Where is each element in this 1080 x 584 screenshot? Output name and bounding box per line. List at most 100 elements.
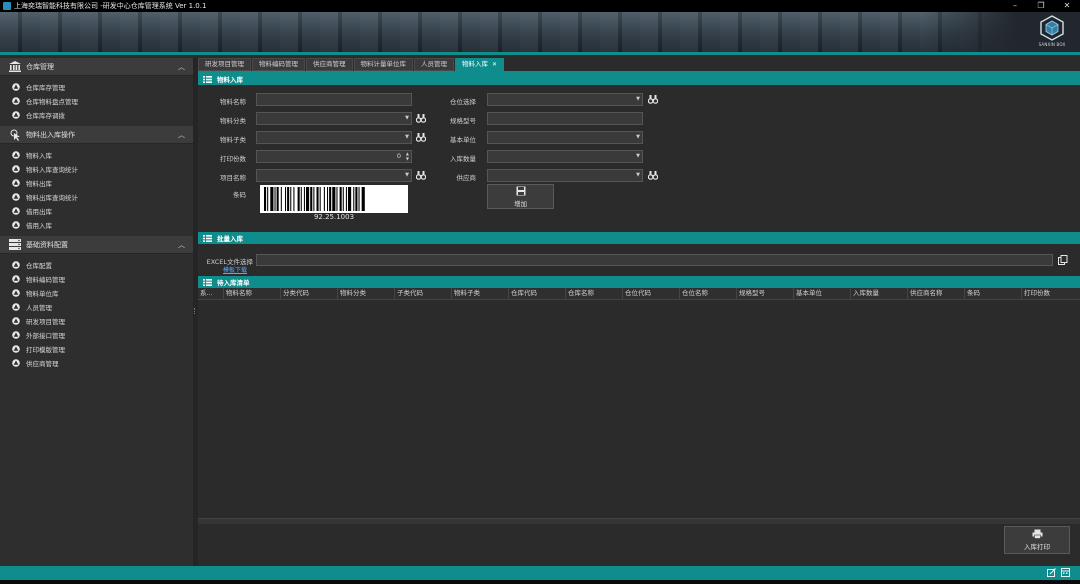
excel-file-input[interactable] xyxy=(256,254,1053,266)
triangle-nav-icon xyxy=(12,179,20,187)
column-header[interactable]: 仓库代码 xyxy=(509,288,566,300)
close-button[interactable]: ✕ xyxy=(1054,0,1080,12)
triangle-nav-icon xyxy=(12,97,20,105)
sidebar-item-material-in[interactable]: 物料入库 xyxy=(0,148,193,162)
column-header[interactable]: 条码 xyxy=(965,288,1022,300)
sidebar-item-personnel[interactable]: 人员管理 xyxy=(0,300,193,314)
sidebar-item-print-template[interactable]: 打印模版管理 xyxy=(0,342,193,356)
sidebar-item-suppliers[interactable]: 供应商管理 xyxy=(0,356,193,370)
column-header[interactable]: 子类代码 xyxy=(395,288,452,300)
chevron-up-icon[interactable]: ︿ xyxy=(178,240,185,250)
sidebar-item-stocktake[interactable]: 仓库物料盘点管理 xyxy=(0,94,193,108)
tab-rd-projects[interactable]: 研发项目管理 xyxy=(198,58,251,71)
window-title: 上海奕瑞智能科技有限公司 -研发中心仓库管理系统 Ver 1.0.1 xyxy=(14,2,207,10)
column-header[interactable]: 物料分类 xyxy=(338,288,395,300)
label-base-unit: 基本单位 xyxy=(450,136,476,144)
sidebar-group-config[interactable]: 基础资料配置 ︿ xyxy=(0,236,193,254)
sidebar-group-inout[interactable]: 物料出入库操作 ︿ xyxy=(0,126,193,144)
supplier-select[interactable]: ▼ xyxy=(487,169,643,182)
sidebar-item-out-stats[interactable]: 物料出库查询统计 xyxy=(0,190,193,204)
in-quantity-select[interactable]: ▼ xyxy=(487,150,643,163)
dropdown-arrow-icon: ▼ xyxy=(636,96,640,102)
tab-suppliers[interactable]: 供应商管理 xyxy=(306,58,353,71)
sidebar-item-unit-library[interactable]: 物料单位库 xyxy=(0,286,193,300)
binoculars-icon[interactable] xyxy=(648,94,658,104)
cube-logo-icon xyxy=(1040,15,1064,41)
sidebar-item-in-stats[interactable]: 物料入库查询统计 xyxy=(0,162,193,176)
add-button[interactable]: 增加 xyxy=(487,184,554,209)
binoculars-icon[interactable] xyxy=(416,132,426,142)
tab-unit-library[interactable]: 物料计量单位库 xyxy=(353,58,413,71)
chevron-up-icon[interactable]: ︿ xyxy=(178,62,185,72)
column-header[interactable]: 仓位名称 xyxy=(680,288,737,300)
close-tab-icon[interactable]: ✕ xyxy=(492,61,497,68)
spin-arrows-icon[interactable]: ▲ ▼ xyxy=(406,151,409,161)
file-browse-icon[interactable] xyxy=(1058,255,1068,265)
binoculars-icon[interactable] xyxy=(648,170,658,180)
triangle-nav-icon xyxy=(12,275,20,283)
base-unit-select[interactable]: ▼ xyxy=(487,131,643,144)
column-header[interactable]: 入库数量 xyxy=(851,288,908,300)
sidebar-group-label: 仓库管理 xyxy=(26,62,54,71)
triangle-nav-icon xyxy=(12,193,20,201)
column-header[interactable]: 规格型号 xyxy=(737,288,794,300)
column-header[interactable]: 基本单位 xyxy=(794,288,851,300)
restore-button[interactable]: ❐ xyxy=(1028,0,1054,12)
sidebar-item-warehouse-config[interactable]: 仓库配置 xyxy=(0,258,193,272)
column-header[interactable]: 物料子类 xyxy=(452,288,509,300)
batch-in-panel: EXCEL文件选择 模板下载 xyxy=(198,244,1080,276)
sidebar-group-warehouse[interactable]: 仓库管理 ︿ xyxy=(0,58,193,76)
grid-header-row: 系... 物料名称 分类代码 物料分类 子类代码 物料子类 仓库代码 仓库名称 … xyxy=(198,288,1080,300)
sidebar-item-borrow-out[interactable]: 借用出库 xyxy=(0,204,193,218)
label-project-name: 项目名称 xyxy=(220,174,246,182)
tab-material-in[interactable]: 物料入库 ✕ xyxy=(455,58,505,71)
sidebar-item-external-api[interactable]: 外部接口管理 xyxy=(0,328,193,342)
edit-icon[interactable] xyxy=(1047,568,1056,577)
in-print-button[interactable]: 入库打印 xyxy=(1004,526,1070,554)
section-header-batch-in: 批量入库 xyxy=(198,232,1080,244)
print-count-stepper[interactable]: 0 ▲ ▼ xyxy=(256,150,412,163)
server-icon xyxy=(8,239,22,251)
label-print-count: 打印份数 xyxy=(220,155,246,163)
dropdown-arrow-icon: ▼ xyxy=(636,134,640,140)
sidebar-item-borrow-in[interactable]: 借用入库 xyxy=(0,218,193,232)
column-header[interactable]: 供应商名称 xyxy=(908,288,965,300)
tab-personnel[interactable]: 人员管理 xyxy=(414,58,454,71)
app-window: 上海奕瑞智能科技有限公司 -研发中心仓库管理系统 Ver 1.0.1 – ❐ ✕… xyxy=(0,0,1080,584)
minimize-button[interactable]: – xyxy=(1002,0,1028,12)
header-banner: SANXIN BOX xyxy=(0,12,1080,55)
material-name-input[interactable] xyxy=(256,93,412,106)
column-header[interactable]: 系... xyxy=(198,288,224,300)
binoculars-icon[interactable] xyxy=(416,170,426,180)
binoculars-icon[interactable] xyxy=(416,113,426,123)
pending-list-grid[interactable]: 系... 物料名称 分类代码 物料分类 子类代码 物料子类 仓库代码 仓库名称 … xyxy=(198,288,1080,528)
label-material-name: 物料名称 xyxy=(220,98,246,106)
logo-text: SANXIN BOX xyxy=(1038,42,1066,47)
sidebar-item-inventory[interactable]: 仓库库存管理 xyxy=(0,80,193,94)
sidebar-item-material-code[interactable]: 物料编码管理 xyxy=(0,272,193,286)
tab-material-code[interactable]: 物料编码管理 xyxy=(252,58,305,71)
calendar-icon[interactable] xyxy=(1061,568,1070,577)
company-logo: SANXIN BOX xyxy=(1038,15,1066,49)
column-header[interactable]: 仓位代码 xyxy=(623,288,680,300)
column-header[interactable]: 分类代码 xyxy=(281,288,338,300)
material-subcategory-select[interactable]: ▼ xyxy=(256,131,412,144)
pointer-icon xyxy=(8,129,22,141)
project-name-select[interactable]: ▼ xyxy=(256,169,412,182)
sidebar-item-material-out[interactable]: 物料出库 xyxy=(0,176,193,190)
sidebar-item-transfer[interactable]: 仓库库存调拨 xyxy=(0,108,193,122)
section-header-pending-list: 待入库清单 xyxy=(198,276,1080,288)
material-category-select[interactable]: ▼ xyxy=(256,112,412,125)
template-download-link[interactable]: 模板下载 xyxy=(223,265,247,274)
chevron-up-icon[interactable]: ︿ xyxy=(178,130,185,140)
column-header[interactable]: 物料名称 xyxy=(224,288,281,300)
print-area: 入库打印 xyxy=(198,524,1080,566)
spec-model-input[interactable] xyxy=(487,112,643,125)
column-header[interactable]: 打印份数 xyxy=(1022,288,1080,300)
triangle-nav-icon xyxy=(12,83,20,91)
column-header[interactable]: 仓库名称 xyxy=(566,288,623,300)
label-barcode: 条码 xyxy=(233,191,246,199)
list-icon xyxy=(203,278,212,286)
location-select[interactable]: ▼ xyxy=(487,93,643,106)
sidebar-item-rd-projects[interactable]: 研发项目管理 xyxy=(0,314,193,328)
